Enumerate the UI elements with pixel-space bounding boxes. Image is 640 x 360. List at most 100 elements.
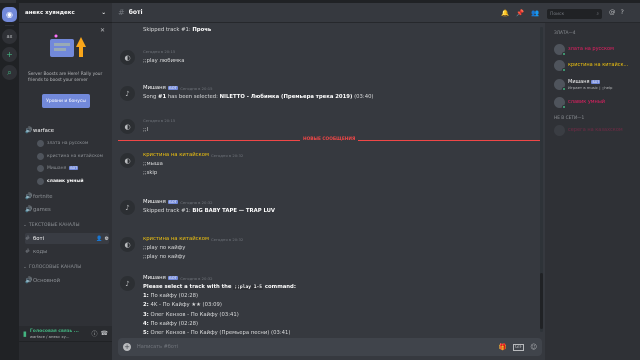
mention-icon[interactable]: @ bbox=[609, 8, 616, 16]
voice-channel-warface[interactable]: 🔊 warface bbox=[25, 125, 109, 136]
message-line: Song #1 has been selected: NILETTO - Люб… bbox=[143, 94, 374, 100]
guild-name: анекс хуяндекс bbox=[25, 9, 75, 16]
avatar bbox=[554, 59, 566, 72]
avatar[interactable]: ◐ bbox=[120, 50, 135, 65]
voice-channel-games[interactable]: 🔊 games bbox=[25, 204, 109, 215]
online-status-icon bbox=[562, 86, 566, 91]
server-rail: ◉ ах + ⌕ bbox=[0, 3, 19, 360]
search-placeholder: Поиск bbox=[550, 11, 565, 17]
message-line: Skipped track #1: Прочь bbox=[143, 27, 212, 33]
voice-user-name: славик умный bbox=[47, 178, 84, 184]
category-label: ТЕКСТОВЫЕ КАНАЛЫ bbox=[28, 223, 80, 228]
chat-scrollbar[interactable] bbox=[540, 27, 543, 332]
avatar bbox=[554, 124, 565, 136]
online-header: ЗЛАТА—4 bbox=[554, 31, 576, 36]
message-header: кристина на китайском Сегодня в 20:32 bbox=[143, 236, 243, 242]
bot-tag: БОТ bbox=[69, 166, 79, 170]
avatar bbox=[37, 164, 44, 172]
voice-category-header[interactable]: ⌄ ГОЛОСОВЫЕ КАНАЛЫ bbox=[23, 265, 81, 270]
message-line: ;;play по кайфу bbox=[143, 254, 186, 261]
boost-promo: ✕ Server Boosts are Here! Rally your fri… bbox=[24, 25, 107, 115]
voice-channel-main[interactable]: 🔊 Основной bbox=[25, 275, 109, 286]
message-input[interactable]: Написать #боті bbox=[137, 344, 493, 350]
author-name[interactable]: кристина на китайском bbox=[143, 236, 209, 242]
gift-icon[interactable]: 🎁 bbox=[499, 343, 507, 351]
message-input-bar[interactable]: + Написать #боті 🎁 GIF ☺ bbox=[118, 338, 542, 356]
voice-user-name: Мишаня bbox=[47, 165, 67, 171]
timestamp: Сегодня в 20:32 bbox=[180, 275, 213, 281]
avatar[interactable]: ♪ bbox=[120, 276, 135, 291]
gear-icon[interactable]: ⚙ bbox=[105, 236, 109, 242]
author-name[interactable]: кристина на китайском bbox=[143, 152, 209, 158]
upload-plus-icon[interactable]: + bbox=[123, 343, 131, 351]
user-panel bbox=[19, 342, 112, 360]
member-activity: Играет в music | ;;help bbox=[568, 84, 613, 90]
add-member-icon[interactable]: 👤 bbox=[96, 236, 102, 242]
avatar[interactable]: ◐ bbox=[120, 119, 135, 134]
server-icon[interactable]: ах bbox=[2, 29, 17, 44]
rail-separator bbox=[5, 25, 14, 26]
voice-user[interactable]: злата на русском bbox=[37, 138, 111, 148]
member-list: ЗЛАТА—4 злата на русском кристина на кита… bbox=[545, 3, 640, 360]
voice-channel-fortnite[interactable]: 🔊 fortnite bbox=[25, 191, 109, 202]
avatar[interactable]: ◐ bbox=[120, 237, 135, 252]
avatar[interactable]: ◐ bbox=[120, 153, 135, 168]
text-channel-boti[interactable]: # боті 👤 ⚙ bbox=[25, 233, 109, 244]
chat-area: # боті Skipped track #1: Прочь ◐ Сегодня в… bbox=[112, 3, 545, 360]
avatar[interactable]: ♪ bbox=[120, 200, 135, 215]
add-server-icon[interactable]: + bbox=[2, 47, 17, 62]
scrollbar-thumb[interactable] bbox=[540, 273, 543, 329]
member-item-offline[interactable]: серега на казахском bbox=[554, 123, 638, 137]
members-icon[interactable]: 👥 bbox=[531, 9, 539, 17]
search-input[interactable]: Поиск ⌕ bbox=[547, 9, 602, 19]
author-name[interactable]: Мишаня bbox=[143, 85, 166, 91]
avatar bbox=[554, 78, 566, 91]
voice-connection-panel: ▮ Голосовая связь ... warface / анекс ху… bbox=[19, 326, 112, 342]
voice-user[interactable]: славик умный bbox=[37, 176, 111, 186]
emoji-icon[interactable]: ☺ bbox=[530, 343, 537, 351]
avatar bbox=[37, 139, 44, 147]
help-icon[interactable]: ? bbox=[621, 8, 624, 16]
bot-tag: БОТ bbox=[167, 276, 179, 280]
explore-servers-icon[interactable]: ⌕ bbox=[2, 65, 17, 80]
author-name[interactable]: Мишаня bbox=[143, 199, 166, 205]
message-line: ;;skip bbox=[143, 170, 158, 177]
message-line: 1: По кайфу (02:28) bbox=[143, 293, 199, 300]
text-channel-kody[interactable]: # коды bbox=[25, 246, 109, 257]
voice-channel-label: warface bbox=[33, 127, 55, 134]
avatar bbox=[554, 96, 566, 109]
bell-icon[interactable]: 🔔 bbox=[501, 9, 509, 17]
channel-label: боті bbox=[33, 235, 45, 242]
close-icon[interactable]: ✕ bbox=[100, 27, 105, 34]
speaker-icon: 🔊 bbox=[25, 193, 33, 200]
home-icon[interactable]: ◉ bbox=[2, 7, 17, 22]
member-item[interactable]: славик умный bbox=[554, 95, 638, 109]
search-icon: ⌕ bbox=[596, 12, 599, 17]
message-header: Мишаня БОТ Сегодня в 20:15 bbox=[143, 85, 213, 91]
disconnect-icon[interactable]: ☎ bbox=[101, 330, 108, 337]
member-name: славик умный bbox=[568, 99, 606, 105]
voice-user[interactable]: кристина на китайском bbox=[37, 151, 111, 161]
author-name[interactable]: Мишаня bbox=[143, 275, 166, 281]
message-line: ;;l bbox=[143, 127, 149, 133]
boost-levels-button[interactable]: Уровни и бонусы bbox=[42, 94, 90, 108]
voice-user[interactable]: Мишаня БОТ bbox=[37, 163, 111, 173]
avatar[interactable]: ♪ bbox=[120, 86, 135, 101]
member-item[interactable]: кристина на китайск... bbox=[554, 58, 638, 72]
pin-icon[interactable]: 📌 bbox=[516, 9, 524, 17]
hash-icon: # bbox=[25, 235, 31, 242]
gif-icon[interactable]: GIF bbox=[512, 343, 525, 351]
member-item[interactable]: злата на русском bbox=[554, 42, 638, 56]
member-item[interactable]: Мишаня БОТ Играет в music | ;;help bbox=[554, 77, 638, 91]
message-line: ;;мыша bbox=[143, 161, 163, 167]
category-label: ГОЛОСОВЫЕ КАНАЛЫ bbox=[28, 265, 82, 270]
timestamp: Сегодня в 20:32 bbox=[211, 152, 244, 158]
member-name: серега на казахском bbox=[568, 127, 623, 133]
new-messages-divider: НОВЫЕ СООБЩЕНИЯ bbox=[118, 137, 542, 142]
info-icon[interactable]: ⓘ bbox=[92, 329, 98, 338]
channel-sidebar: анекс хуяндекс ⌄ ✕ Server Boosts are Her… bbox=[19, 3, 112, 360]
guild-header[interactable]: анекс хуяндекс ⌄ bbox=[19, 3, 112, 23]
message-line: 5: Олег Кензов - По Кайфу (Премьера песн… bbox=[143, 330, 291, 336]
text-category-header[interactable]: ⌄ ТЕКСТОВЫЕ КАНАЛЫ bbox=[23, 223, 80, 228]
bot-tag: БОТ bbox=[591, 79, 601, 84]
